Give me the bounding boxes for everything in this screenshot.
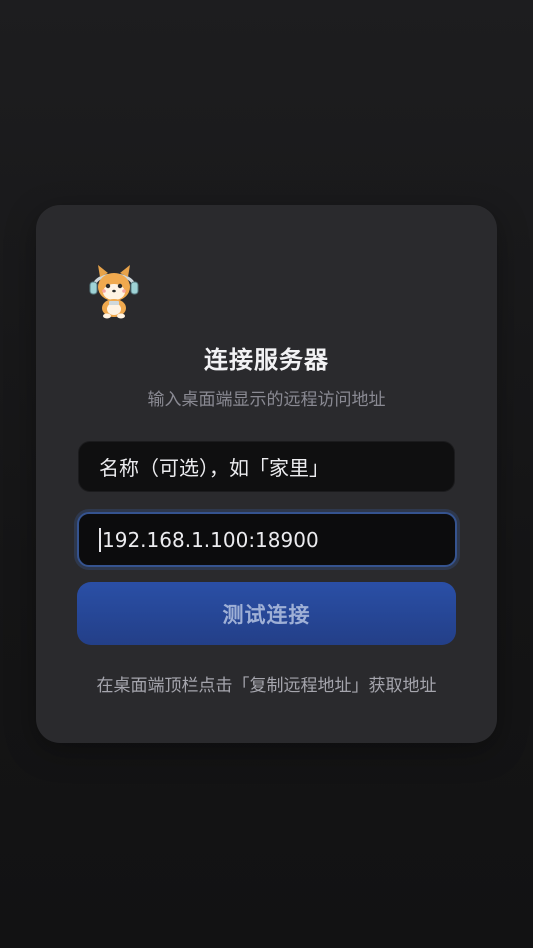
page-subtitle: 输入桌面端显示的远程访问地址	[147, 390, 386, 410]
connect-server-card: 连接服务器 输入桌面端显示的远程访问地址 名称（可选），如「家里」 192.16…	[36, 205, 497, 743]
server-address-field[interactable]: 192.168.1.100:18900	[77, 512, 457, 567]
shiba-dog-headphones-icon	[86, 261, 142, 319]
text-caret	[99, 527, 101, 552]
address-hint: 在桌面端顶栏点击「复制远程地址」获取地址	[96, 676, 437, 696]
test-connection-button[interactable]: 测试连接	[77, 582, 456, 645]
server-address-value: 192.168.1.100:18900	[102, 527, 319, 552]
page-title: 连接服务器	[204, 346, 329, 374]
test-connection-label: 测试连接	[222, 602, 311, 627]
server-name-field[interactable]: 名称（可选），如「家里」	[78, 441, 455, 492]
server-name-placeholder: 名称（可选），如「家里」	[99, 456, 329, 480]
